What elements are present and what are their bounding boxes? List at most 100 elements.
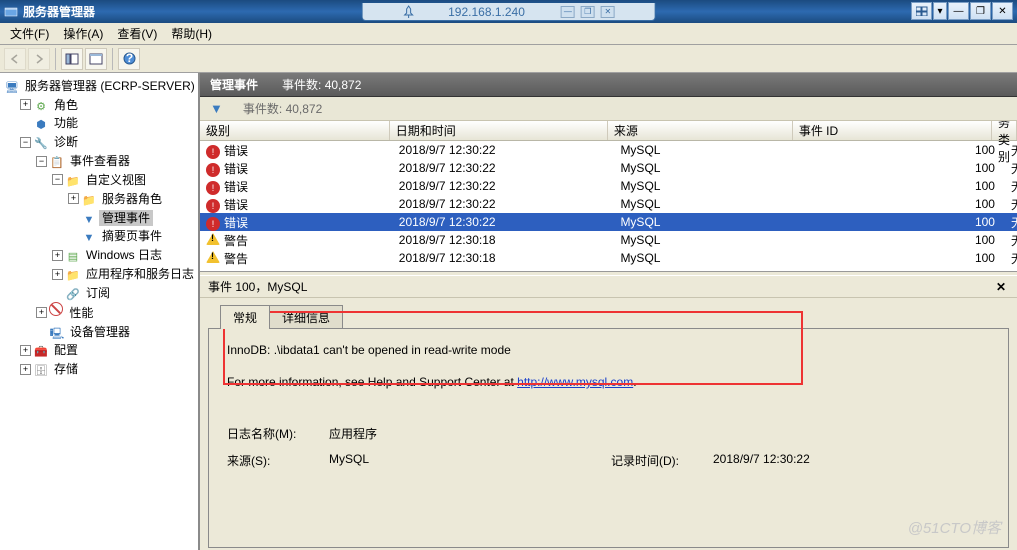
expand-toggle[interactable]: + xyxy=(36,307,47,318)
tree-storage[interactable]: +🗄存储 xyxy=(20,359,196,378)
expand-toggle[interactable]: − xyxy=(20,137,31,148)
content-title: 管理事件 xyxy=(210,76,258,93)
outer-window-buttons: ▾ — ❐ ✕ xyxy=(911,2,1013,20)
table-row[interactable]: !错误2018/9/7 12:30:22MySQL100无 xyxy=(200,195,1017,213)
tree-performance[interactable]: + 性能 xyxy=(36,302,196,322)
warning-icon xyxy=(206,232,220,246)
table-row[interactable]: !错误2018/9/7 12:30:22MySQL100无 xyxy=(200,213,1017,231)
menu-view[interactable]: 查看(V) xyxy=(111,22,163,45)
tree-windows-logs[interactable]: +▤Windows 日志 xyxy=(52,245,196,264)
expand-toggle[interactable]: − xyxy=(36,156,47,167)
menu-bar: 文件(F) 操作(A) 查看(V) 帮助(H) xyxy=(0,23,1017,45)
pin-icon[interactable] xyxy=(402,5,412,19)
remote-connection-bar[interactable]: 192.168.1.240 — ❐ ✕ xyxy=(361,3,656,21)
col-header-datetime[interactable]: 日期和时间 xyxy=(390,121,608,140)
table-row[interactable]: 警告2018/9/7 12:30:18MySQL100无 xyxy=(200,249,1017,267)
table-row[interactable]: !错误2018/9/7 12:30:22MySQL100无 xyxy=(200,159,1017,177)
filter-count-label: 事件数: xyxy=(243,102,282,116)
content-header: 管理事件 事件数: 40,872 xyxy=(200,73,1017,97)
event-count-label: 事件数: xyxy=(282,78,321,92)
detail-close-button[interactable]: ✕ xyxy=(993,280,1009,294)
nav-forward-button[interactable] xyxy=(28,48,50,70)
roles-icon: ⚙ xyxy=(33,98,49,112)
expand-toggle[interactable]: + xyxy=(52,250,63,261)
watermark: @51CTO博客 xyxy=(908,517,1001,538)
tree-config[interactable]: +🧰配置 xyxy=(20,341,196,360)
detail-meta-row: 来源(S): MySQL 记录时间(D): 2018/9/7 12:30:22 xyxy=(227,452,990,469)
expand-toggle[interactable]: + xyxy=(20,99,31,110)
filter-icon[interactable]: ▼ xyxy=(210,101,223,116)
detail-meta-row: 日志名称(M): 应用程序 xyxy=(227,425,990,442)
detail-title-bar: 事件 100，MySQL ✕ xyxy=(200,276,1017,298)
table-row[interactable]: !错误2018/9/7 12:30:22MySQL100无 xyxy=(200,177,1017,195)
remote-close-button[interactable]: ✕ xyxy=(601,6,615,18)
menu-action[interactable]: 操作(A) xyxy=(57,22,109,45)
table-row[interactable]: 警告2018/9/7 12:30:18MySQL100无 xyxy=(200,231,1017,249)
detail-pane: 事件 100，MySQL ✕ 常规 详细信息 InnoDB: .\ibdata1… xyxy=(200,276,1017,550)
event-count-value: 40,872 xyxy=(325,78,362,92)
expand-toggle[interactable]: + xyxy=(68,193,79,204)
table-row[interactable]: !错误2018/9/7 12:30:22MySQL100无 xyxy=(200,141,1017,159)
event-grid[interactable]: 级别 日期和时间 来源 事件 ID 任务类别 !错误2018/9/7 12:30… xyxy=(200,121,1017,271)
outer-minimize-button[interactable]: — xyxy=(948,2,969,20)
filter-icon: ▼ xyxy=(81,229,97,243)
filter-count-value: 40,872 xyxy=(286,102,323,116)
device-manager-icon: 🖳 xyxy=(49,325,65,339)
outer-arrange-button[interactable] xyxy=(911,2,932,20)
tree-features[interactable]: ⬢功能 xyxy=(20,114,196,133)
tree-summary-events[interactable]: ▼摘要页事件 xyxy=(68,227,196,246)
grid-header-row: 级别 日期和时间 来源 事件 ID 任务类别 xyxy=(200,121,1017,141)
grid-body[interactable]: !错误2018/9/7 12:30:22MySQL100无!错误2018/9/7… xyxy=(200,141,1017,271)
error-icon: ! xyxy=(206,163,220,177)
folder-icon: 📁 xyxy=(65,173,81,187)
nav-tree[interactable]: 🖥服务器管理器 (ECRP-SERVER) +⚙角色 ⬢功能 −🔧诊断 −📋事件… xyxy=(2,76,196,378)
features-icon: ⬢ xyxy=(33,116,49,130)
outer-close-button[interactable]: ✕ xyxy=(992,2,1013,20)
tree-admin-events[interactable]: ▼管理事件 xyxy=(68,208,196,227)
error-icon: ! xyxy=(206,199,220,213)
tree-device-manager[interactable]: 🖳设备管理器 xyxy=(36,322,196,341)
refresh-button[interactable] xyxy=(85,48,107,70)
expand-toggle[interactable]: + xyxy=(20,364,31,375)
tab-general[interactable]: 常规 xyxy=(220,305,270,329)
expand-toggle[interactable]: − xyxy=(52,174,63,185)
col-header-source[interactable]: 来源 xyxy=(608,121,793,140)
col-header-task[interactable]: 任务类别 xyxy=(992,121,1017,140)
more-info-link[interactable]: http://www.mysql.com xyxy=(517,375,633,389)
menu-file[interactable]: 文件(F) xyxy=(4,22,55,45)
filter-bar: ▼ 事件数: 40,872 xyxy=(200,97,1017,121)
app-icon xyxy=(3,4,19,20)
col-header-level[interactable]: 级别 xyxy=(200,121,390,140)
error-icon: ! xyxy=(206,145,220,159)
expand-toggle[interactable]: + xyxy=(20,345,31,356)
remote-minimize-button[interactable]: — xyxy=(561,6,575,18)
tree-custom-views[interactable]: −📁自定义视图 +📁服务器角色 ▼管理事件 ▼摘要页事件 xyxy=(52,170,196,245)
config-icon: 🧰 xyxy=(33,343,49,357)
menu-help[interactable]: 帮助(H) xyxy=(165,22,218,45)
tree-subscriptions[interactable]: 🔗订阅 xyxy=(52,283,196,302)
outer-maximize-button[interactable]: ❐ xyxy=(970,2,991,20)
remote-ip: 192.168.1.240 xyxy=(418,5,555,19)
tree-diagnostics[interactable]: −🔧诊断 −📋事件查看器 −📁自定义视图 +📁服务器角色 ▼管理事件 xyxy=(20,132,196,340)
show-hide-tree-button[interactable] xyxy=(61,48,83,70)
log-name-value: 应用程序 xyxy=(329,425,459,442)
tab-details[interactable]: 详细信息 xyxy=(269,305,343,329)
tree-roles[interactable]: +⚙角色 xyxy=(20,95,196,114)
outer-dropdown-button[interactable]: ▾ xyxy=(933,2,947,20)
col-header-event-id[interactable]: 事件 ID xyxy=(793,121,992,140)
detail-message: InnoDB: .\ibdata1 can't be opened in rea… xyxy=(227,343,990,357)
tree-pane[interactable]: 🖥服务器管理器 (ECRP-SERVER) +⚙角色 ⬢功能 −🔧诊断 −📋事件… xyxy=(0,73,200,550)
svg-text:?: ? xyxy=(125,52,132,65)
tree-server-roles[interactable]: +📁服务器角色 xyxy=(68,189,196,208)
tree-event-viewer[interactable]: −📋事件查看器 −📁自定义视图 +📁服务器角色 ▼管理事件 ▼摘要页事件 xyxy=(36,151,196,302)
tree-root[interactable]: 🖥服务器管理器 (ECRP-SERVER) +⚙角色 ⬢功能 −🔧诊断 −📋事件… xyxy=(4,76,196,378)
subscriptions-icon: 🔗 xyxy=(65,286,81,300)
detail-title: 事件 100，MySQL xyxy=(208,278,993,295)
tree-app-service-logs[interactable]: +📁应用程序和服务日志 xyxy=(52,264,196,283)
nav-back-button[interactable] xyxy=(4,48,26,70)
expand-toggle[interactable]: + xyxy=(52,269,63,280)
remote-restore-button[interactable]: ❐ xyxy=(581,6,595,18)
folder-icon: 📁 xyxy=(81,192,97,206)
help-button[interactable]: ? xyxy=(118,48,140,70)
server-icon: 🖥 xyxy=(4,79,20,93)
